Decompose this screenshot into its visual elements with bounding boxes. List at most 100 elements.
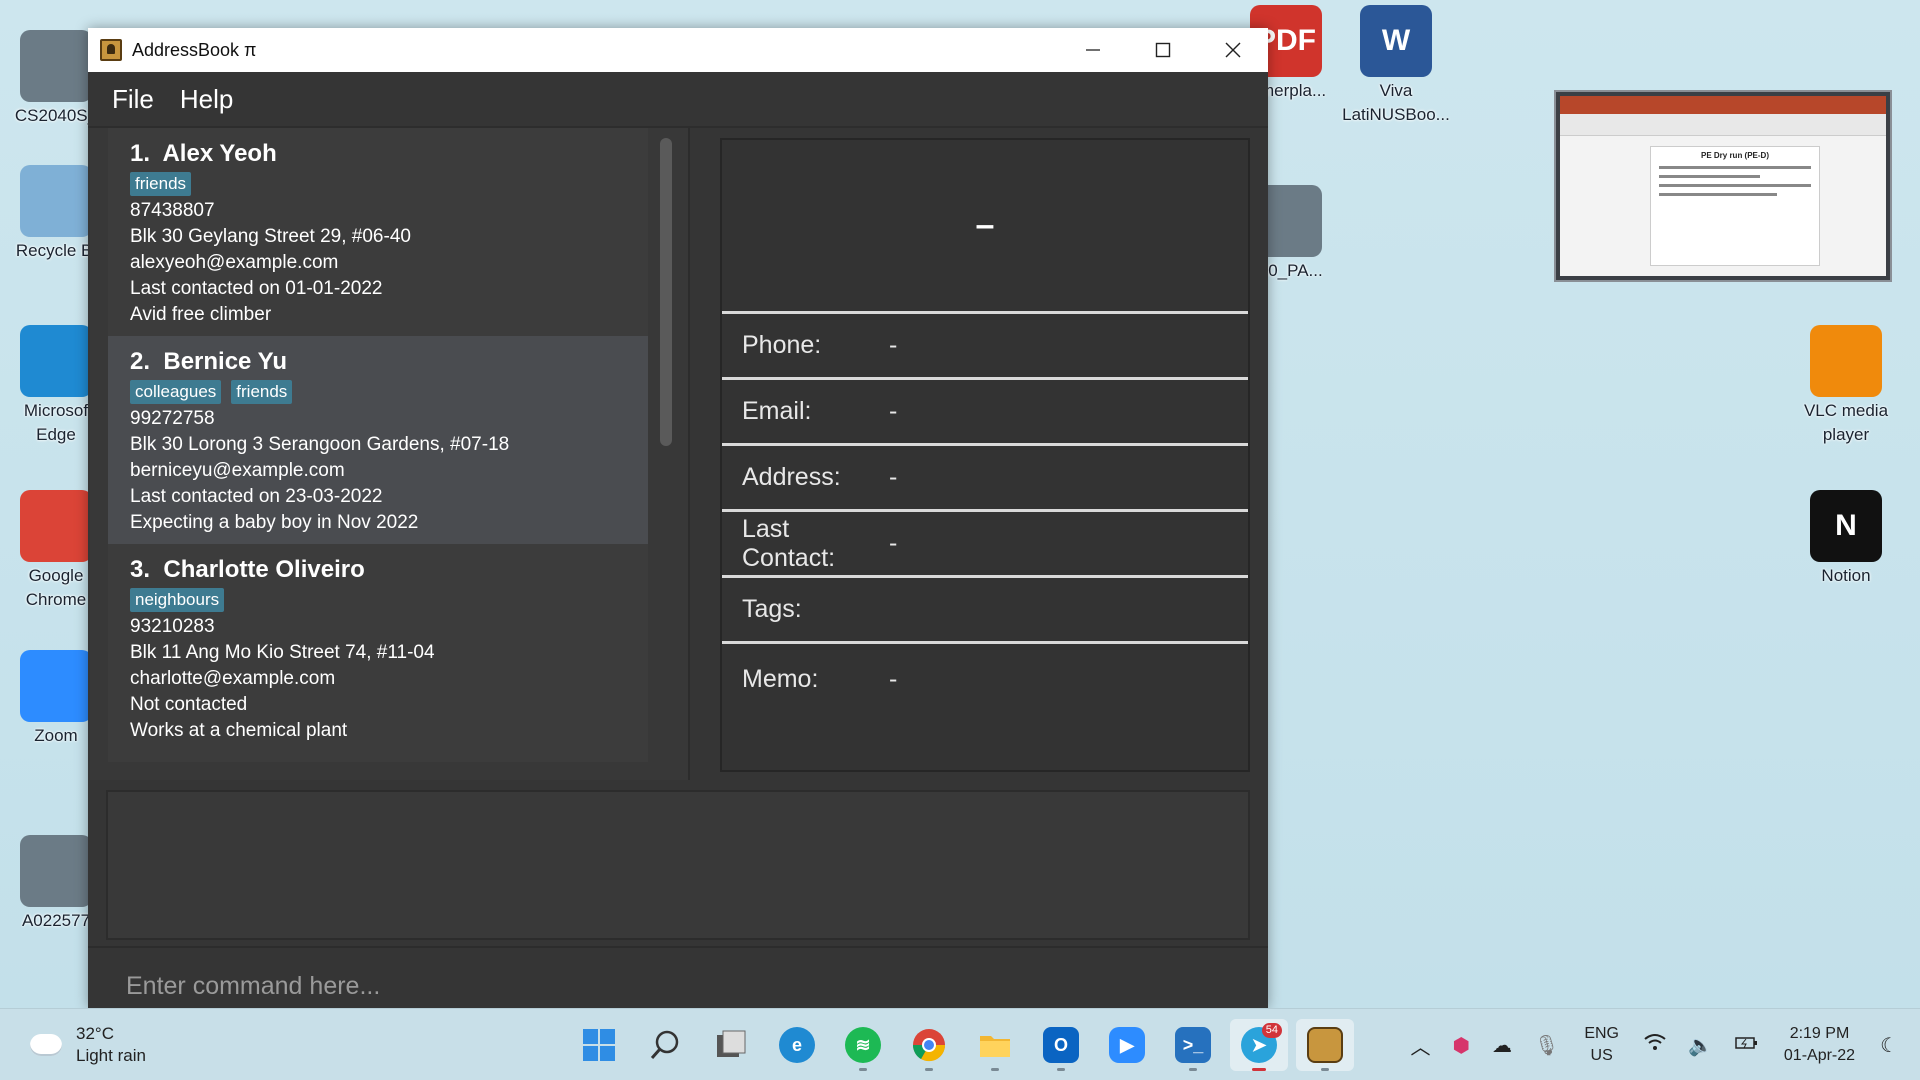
person-memo: Works at a chemical plant [130, 720, 348, 741]
desktop-icon-label: LatiNUSBoo... [1342, 105, 1450, 124]
task-view-icon [717, 1030, 746, 1057]
person-card[interactable]: 2. Bernice Yu colleagues friends 9927275… [108, 336, 648, 544]
detail-value: - [889, 463, 898, 491]
person-index: 3. [130, 556, 151, 583]
taskbar-spotify[interactable]: ≋ [834, 1019, 892, 1071]
person-phone: 87438807 [130, 200, 215, 221]
person-name-line: 2. Bernice Yu [130, 346, 648, 378]
edge-icon [20, 325, 92, 397]
powershell-icon: >_ [1175, 1027, 1211, 1063]
person-name: Alex Yeoh [162, 140, 277, 167]
person-tags: neighbours [130, 588, 648, 614]
clock-date: 01-Apr-22 [1783, 1047, 1856, 1064]
detail-value: - [889, 331, 898, 359]
vlc-icon [1810, 325, 1882, 397]
person-name: Bernice Yu [163, 348, 287, 375]
tag-label: neighbours [130, 588, 225, 612]
menu-file[interactable]: File [112, 84, 154, 115]
person-last-contacted: Not contacted [130, 694, 248, 715]
scrollbar-thumb[interactable] [660, 138, 672, 446]
detail-row-address: Address: - [722, 446, 1248, 512]
person-card[interactable]: 1. Alex Yeoh friends 87438807 Blk 30 Gey… [108, 128, 648, 336]
minimize-button[interactable] [1058, 28, 1128, 72]
chevron-up-icon[interactable]: ︿ [1410, 1031, 1430, 1060]
microphone-icon[interactable]: 🎙 [1534, 1033, 1559, 1058]
start-button[interactable] [570, 1019, 628, 1071]
close-icon [1225, 42, 1241, 58]
battery-charging-icon[interactable] [1735, 1034, 1759, 1057]
person-email: berniceyu@example.com [130, 460, 345, 481]
desktop-icon-notion[interactable]: N Notion [1790, 490, 1902, 588]
desktop-icon-label: Notion [1821, 566, 1871, 585]
desktop-icon-vlc[interactable]: VLC media player [1790, 325, 1902, 447]
detail-row-phone: Phone: - [722, 314, 1248, 380]
person-tags: colleagues friends [130, 380, 648, 406]
colorful-app-tray-icon[interactable]: ⬢ [1452, 1033, 1469, 1058]
person-detail-panel: – Phone: - Email: - Address: - Last Cont… [720, 138, 1250, 772]
taskbar-powershell[interactable]: >_ [1164, 1019, 1222, 1071]
tag-label: colleagues [130, 380, 222, 404]
taskbar-chrome[interactable] [900, 1019, 958, 1071]
desktop-icon-word[interactable]: W Viva LatiNUSBoo... [1340, 5, 1452, 127]
maximize-button[interactable] [1128, 28, 1198, 72]
result-display [106, 790, 1250, 940]
taskbar-telegram[interactable]: ➤ 54 [1230, 1019, 1288, 1071]
weather-description: Light rain [76, 1046, 146, 1065]
taskbar-outlook[interactable]: O [1032, 1019, 1090, 1071]
search-button[interactable] [636, 1019, 694, 1071]
preview-slide-title: PE Dry run (PE-D) [1700, 151, 1769, 160]
wifi-icon[interactable] [1644, 1033, 1666, 1057]
maximize-icon [1155, 42, 1171, 58]
chrome-icon [912, 1029, 946, 1062]
chrome-icon [20, 490, 92, 562]
detail-value: - [889, 529, 898, 557]
taskbar-zoom[interactable]: ▶ [1098, 1019, 1156, 1071]
taskbar-apps: e ≋ O ▶ >_ ➤ 54 [570, 1019, 1362, 1071]
person-address: Blk 30 Lorong 3 Serangoon Gardens, #07-1… [130, 434, 510, 455]
person-list[interactable]: 1. Alex Yeoh friends 87438807 Blk 30 Gey… [108, 128, 648, 762]
keyboard-region: US [1590, 1047, 1613, 1064]
windows-logo-icon [583, 1029, 615, 1061]
person-last-contacted: Last contacted on 23-03-2022 [130, 486, 383, 507]
person-list-panel: 1. Alex Yeoh friends 87438807 Blk 30 Gey… [90, 128, 690, 780]
detail-label: Email: [742, 397, 812, 425]
zoom-icon: ▶ [1109, 1027, 1145, 1063]
clock[interactable]: 2:19 PM 01-Apr-22 [1784, 1023, 1855, 1067]
person-index: 1. [130, 140, 151, 167]
powerpoint-preview-thumbnail[interactable]: PE Dry run (PE-D) [1554, 90, 1892, 282]
weather-temperature: 32°C [76, 1024, 114, 1043]
person-list-scrollbar[interactable] [658, 134, 674, 756]
person-email: alexyeoh@example.com [130, 252, 339, 273]
taskbar: 32°C Light rain e ≋ O ▶ >_ ➤ 54 ︿ ⬢ ☁ 🎙 … [0, 1008, 1920, 1080]
onedrive-cloud-icon[interactable]: ☁ [1492, 1033, 1512, 1058]
taskbar-file-explorer[interactable] [966, 1019, 1024, 1071]
person-memo: Avid free climber [130, 304, 272, 325]
detail-label: Address: [742, 463, 841, 491]
addressbook-icon [1307, 1027, 1343, 1063]
menu-help[interactable]: Help [180, 84, 233, 115]
tag-label: friends [231, 380, 293, 404]
language-indicator[interactable]: ENG US [1584, 1023, 1619, 1067]
person-tags: friends [130, 172, 648, 198]
command-input[interactable] [88, 948, 1268, 1008]
addressbook-window: AddressBook π File Help 1. Alex Yeoh fri… [88, 28, 1268, 1008]
person-phone: 93210283 [130, 616, 215, 637]
person-card[interactable]: 3. Charlotte Oliveiro neighbours 9321028… [108, 544, 648, 752]
task-view-button[interactable] [702, 1019, 760, 1071]
taskbar-addressbook[interactable] [1296, 1019, 1354, 1071]
person-email: charlotte@example.com [130, 668, 336, 689]
person-name-line: 3. Charlotte Oliveiro [130, 554, 648, 586]
title-bar[interactable]: AddressBook π [88, 28, 1268, 72]
language-code: ENG [1584, 1025, 1619, 1042]
addressbook-app-icon [100, 39, 122, 61]
taskbar-edge[interactable]: e [768, 1019, 826, 1071]
close-button[interactable] [1198, 28, 1268, 72]
person-memo: Expecting a baby boy in Nov 2022 [130, 512, 419, 533]
moon-icon[interactable]: ☾ [1880, 1033, 1898, 1058]
detail-row-memo: Memo: - [722, 644, 1248, 714]
search-icon [650, 1030, 679, 1059]
command-box [88, 946, 1268, 1008]
weather-widget[interactable]: 32°C Light rain [30, 1023, 146, 1067]
volume-icon[interactable]: 🔈 [1688, 1033, 1713, 1058]
spotify-icon: ≋ [845, 1027, 881, 1063]
